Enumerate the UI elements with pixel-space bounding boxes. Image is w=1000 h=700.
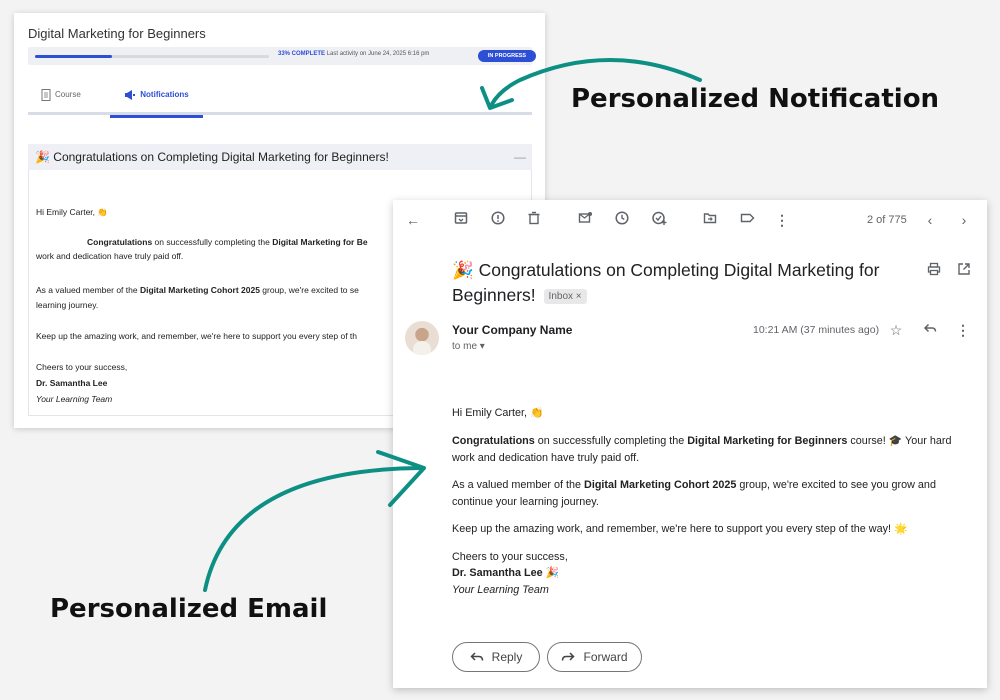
notification-paragraph-1-line2: work and dedication have truly paid off. — [36, 251, 184, 261]
bold-text: Digital Marketing for Beginners — [687, 435, 848, 447]
pager-count: 2 of 775 — [867, 214, 907, 226]
email-paragraph-1-line2: work and dedication have truly paid off. — [452, 452, 640, 464]
bold-text: Congratulations — [87, 237, 153, 247]
text: As a valued member of the — [36, 285, 140, 295]
subject-text: 🎉 Congratulations on Completing Digital … — [452, 260, 880, 305]
progress-fill — [35, 55, 113, 58]
mark-unread-icon[interactable] — [576, 211, 594, 229]
personalized-email-callout: Personalized Email — [50, 594, 328, 624]
reply-label: Reply — [491, 650, 523, 664]
reply-icon[interactable] — [921, 321, 939, 339]
previous-icon[interactable]: ‹ — [921, 211, 939, 229]
email-greeting: Hi Emily Carter, 👏 — [452, 407, 544, 419]
email-signer: Dr. Samantha Lee 🎉 — [452, 567, 560, 579]
bold-text: Congratulations — [452, 435, 535, 447]
notification-signer: Dr. Samantha Lee — [36, 378, 108, 388]
notification-team: Your Learning Team — [36, 394, 113, 404]
email-toolbar: ← ⋮ 2 of 775 ‹ › — [393, 200, 987, 240]
tab-notifications[interactable]: Notifications — [110, 89, 203, 118]
email-view: ← ⋮ 2 of 775 ‹ › 🎉 Congratulations on Co… — [393, 200, 987, 688]
text: on successfully completing the — [152, 237, 273, 247]
reply-button[interactable]: Reply — [452, 642, 540, 672]
progress-track — [35, 55, 269, 58]
tab-notifications-label: Notifications — [140, 90, 189, 99]
email-closing: Cheers to your success, — [452, 551, 568, 563]
bold-text: Digital Marketing for Be — [272, 237, 368, 247]
bold-text: Digital Marketing Cohort 2025 — [584, 479, 737, 491]
forward-button[interactable]: Forward — [547, 642, 642, 672]
add-task-icon[interactable] — [650, 211, 668, 229]
progress-bar-container: 33% COMPLETE Last activity on June 24, 2… — [28, 47, 536, 65]
chevron-down-icon: ▾ — [479, 341, 485, 352]
collapse-icon[interactable]: — — [514, 144, 526, 170]
notification-paragraph-2: As a valued member of the Digital Market… — [36, 284, 359, 297]
notification-paragraph-3: Keep up the amazing work, and remember, … — [36, 331, 358, 341]
notification-title: 🎉 Congratulations on Completing Digital … — [35, 150, 389, 164]
tab-course[interactable]: Course — [41, 89, 81, 115]
more-vert-icon[interactable]: ⋮ — [773, 211, 791, 229]
document-icon — [41, 89, 51, 101]
email-subject: 🎉 Congratulations on Completing Digital … — [452, 258, 922, 308]
email-timestamp: 10:21 AM (37 minutes ago) — [753, 324, 880, 336]
personalized-notification-callout: Personalized Notification — [571, 84, 940, 114]
text: group, we're excited to see you grow and — [736, 479, 936, 491]
megaphone-icon — [125, 90, 136, 100]
recipient-text: to me — [452, 341, 478, 352]
move-to-icon[interactable] — [701, 211, 719, 229]
course-title: Digital Marketing for Beginners — [28, 26, 206, 41]
print-icon[interactable] — [926, 262, 942, 278]
email-paragraph-1: Congratulations on successfully completi… — [452, 433, 951, 449]
text: on successfully completing the — [534, 435, 688, 447]
inbox-label-chip[interactable]: Inbox × — [543, 289, 587, 304]
email-paragraph-2-line2: continue your learning journey. — [452, 496, 599, 508]
recipient-dropdown[interactable]: to me ▾ — [452, 341, 485, 352]
progress-label: 33% COMPLETE — [278, 51, 326, 57]
text: As a valued member of the — [452, 479, 585, 491]
email-paragraph-2: As a valued member of the Digital Market… — [452, 477, 936, 493]
tab-course-label: Course — [55, 90, 81, 99]
inbox-label: Inbox — [548, 291, 574, 302]
text: course! 🎓 Your hard — [847, 435, 952, 447]
report-spam-icon[interactable] — [489, 211, 507, 229]
sender-name[interactable]: Your Company Name — [452, 323, 572, 337]
archive-icon[interactable] — [452, 211, 470, 229]
sender-avatar[interactable] — [405, 321, 439, 355]
notification-paragraph-2-line2: learning journey. — [36, 300, 99, 310]
remove-label-icon[interactable]: × — [576, 291, 582, 302]
bold-text: Digital Marketing Cohort 2025 — [139, 285, 260, 295]
back-arrow-icon[interactable]: ← — [404, 211, 422, 229]
reply-icon — [470, 652, 483, 661]
email-team: Your Learning Team — [452, 584, 549, 596]
snooze-icon[interactable] — [613, 211, 631, 229]
forward-icon — [562, 652, 576, 661]
notification-closing: Cheers to your success, — [36, 362, 128, 372]
notification-header[interactable]: 🎉 Congratulations on Completing Digital … — [28, 144, 532, 170]
open-in-new-window-icon[interactable] — [956, 262, 972, 278]
delete-icon[interactable] — [525, 211, 543, 229]
star-icon[interactable]: ☆ — [887, 321, 905, 339]
lms-tabs: Course Notifications — [28, 83, 532, 118]
forward-label: Forward — [583, 650, 628, 664]
text: group, we're excited to se — [259, 285, 359, 295]
label-icon[interactable] — [738, 211, 756, 229]
status-badge: IN PROGRESS — [478, 50, 536, 62]
notification-paragraph-1: Congratulations on successfully completi… — [87, 236, 368, 249]
email-arrow — [203, 466, 422, 592]
progress-text: 33% COMPLETE Last activity on June 24, 2… — [278, 51, 429, 57]
next-icon[interactable]: › — [955, 211, 973, 229]
last-activity: Last activity on June 24, 2025 6:16 pm — [326, 51, 430, 57]
notification-greeting: Hi Emily Carter, 👏 — [36, 207, 108, 217]
email-paragraph-3: Keep up the amazing work, and remember, … — [452, 523, 908, 535]
more-options-icon[interactable]: ⋮ — [954, 321, 972, 339]
